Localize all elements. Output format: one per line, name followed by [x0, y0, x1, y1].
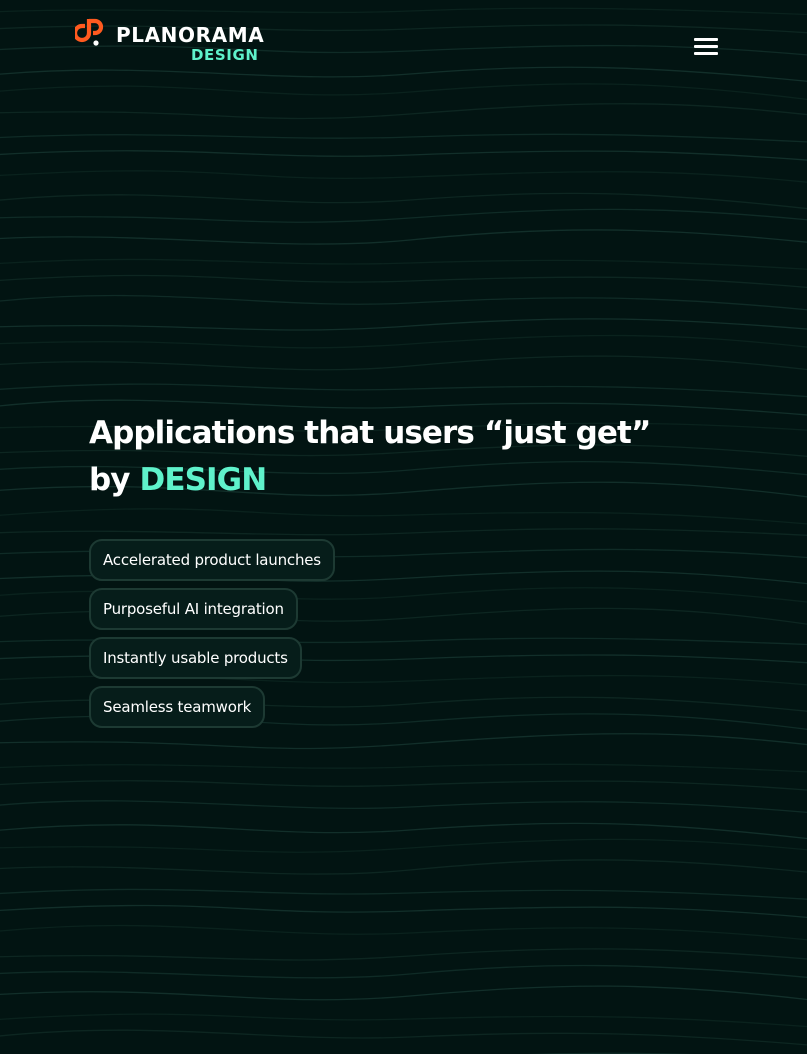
wave-line — [0, 274, 807, 289]
feature-pill-list: Accelerated product launches Purposeful … — [89, 539, 335, 735]
feature-pill: Accelerated product launches — [89, 539, 335, 581]
wave-line — [0, 924, 807, 941]
headline-accent: DESIGN — [139, 462, 268, 498]
wave-line — [0, 508, 807, 525]
wave-line — [0, 294, 807, 311]
feature-pill: Seamless teamwork — [89, 686, 266, 728]
wave-line — [0, 192, 807, 210]
wave-line — [0, 318, 807, 331]
wave-line — [0, 859, 807, 875]
wave-line — [0, 822, 807, 840]
headline-line-1: Applications that users “just get” — [89, 415, 651, 451]
wave-line — [0, 733, 807, 750]
wave-line — [0, 528, 807, 536]
wave-line — [0, 355, 807, 371]
wave-line — [0, 258, 807, 270]
wave-line — [0, 133, 807, 143]
hamburger-menu-icon[interactable] — [692, 36, 720, 56]
wave-line — [0, 150, 807, 161]
logo-subtitle: DESIGN — [191, 46, 259, 64]
wave-line — [0, 1013, 807, 1028]
hero: Applications that users “just get” by DE… — [89, 410, 749, 504]
wave-line — [0, 170, 807, 183]
hero-headline: Applications that users “just get” by DE… — [89, 410, 749, 504]
wave-line — [0, 229, 807, 245]
logo-wordmark: PLANORAMA — [116, 23, 265, 47]
logo[interactable]: PLANORAMA DESIGN — [75, 17, 265, 67]
site-header: PLANORAMA DESIGN — [0, 0, 807, 90]
wave-line — [0, 103, 807, 120]
feature-pill: Purposeful AI integration — [89, 588, 298, 630]
wave-line — [0, 888, 807, 900]
wave-line — [0, 334, 807, 349]
wave-line — [0, 800, 807, 814]
feature-pill: Instantly usable products — [89, 637, 302, 679]
wave-line — [0, 208, 807, 223]
wave-line — [0, 948, 807, 961]
page: PLANORAMA DESIGN Applications that users… — [0, 0, 807, 1054]
wave-line — [0, 1029, 807, 1046]
wave-line — [0, 964, 807, 979]
headline-by: by — [89, 462, 131, 498]
planorama-logo-icon — [75, 18, 104, 46]
wave-line — [0, 985, 807, 1001]
wave-line — [0, 763, 807, 773]
wave-line — [0, 780, 807, 791]
wave-line — [0, 383, 807, 398]
wave-line — [0, 838, 807, 853]
wave-lines-background — [0, 7, 807, 1054]
wave-line — [0, 904, 807, 919]
